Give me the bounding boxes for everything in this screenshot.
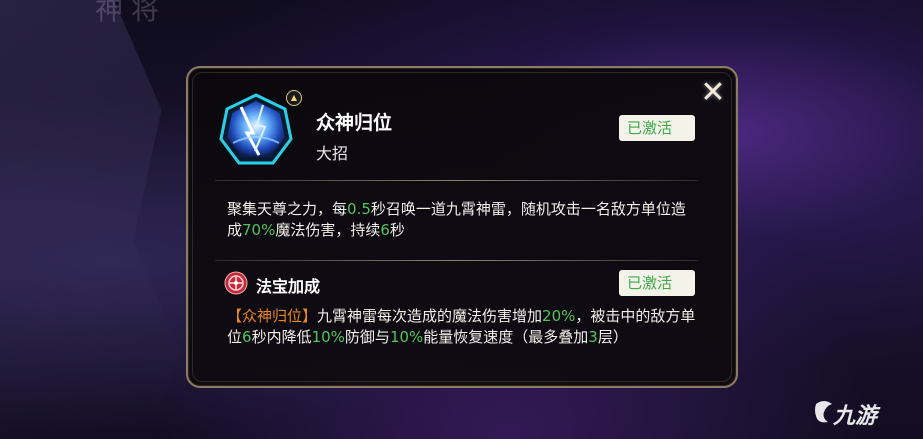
treasure-desc-value: 10%: [389, 328, 424, 346]
upgrade-arrow-icon: ▲: [286, 90, 302, 106]
skill-desc-value: 70%: [242, 221, 276, 239]
treasure-desc-value: 10%: [311, 328, 345, 346]
background-title-text: 神将: [95, 0, 168, 26]
skill-description: 聚集天尊之力，每0.5秒召唤一道九霄神雷，随机攻击一名敌方单位造成70%魔法伤害…: [227, 199, 697, 241]
treasure-bonus-title: 法宝加成: [256, 277, 321, 296]
background-rock: [0, 0, 181, 439]
divider-middle: [215, 260, 698, 261]
skill-status-badge: 已激活: [619, 115, 695, 141]
skill-desc-text: 聚集天尊之力，每: [227, 200, 348, 218]
skill-name: 众神归位: [316, 112, 393, 134]
treasure-desc-value: 3: [588, 328, 598, 346]
treasure-status-badge: 已激活: [619, 270, 695, 296]
treasure-description: 【众神归位】九霄神雷每次造成的魔法伤害增加20%，被击中的敌方单位6秒内降低10…: [227, 306, 697, 348]
close-icon[interactable]: ✕: [700, 78, 726, 108]
watermark-text: 九游: [833, 404, 878, 429]
skill-desc-value: 6: [380, 221, 390, 239]
treasure-desc-text: 防御与: [344, 328, 390, 346]
skill-desc-text: 魔法伤害，持续: [275, 221, 381, 239]
skill-type: 大招: [316, 144, 349, 163]
lightning-skill-icon: [219, 93, 293, 165]
treasure-desc-value: 20%: [542, 307, 576, 325]
skill-desc-value: 0.5: [347, 200, 371, 218]
treasure-desc-tag: 【众神归位】: [227, 307, 318, 325]
divider-top: [215, 180, 698, 181]
treasure-desc-text: 层）: [597, 328, 628, 346]
skill-desc-text: 秒: [389, 221, 405, 239]
treasure-desc-text: 能量恢复速度（最多叠加: [423, 328, 589, 346]
treasure-emblem-icon: [224, 271, 248, 295]
treasure-desc-text: 九霄神雷每次造成的魔法伤害增加: [317, 307, 543, 325]
treasure-desc-value: 6: [242, 328, 252, 346]
treasure-desc-text: 秒内降低: [251, 328, 312, 346]
